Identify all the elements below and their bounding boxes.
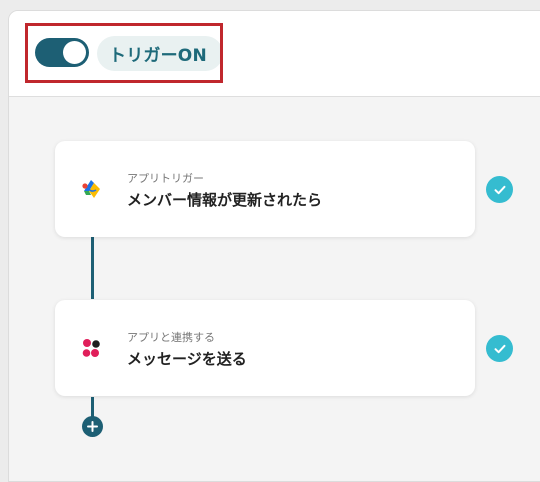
workflow-editor-panel: トリガーON アプリトリガー メンバー情報が更新されたら アプリと連携する メッ… — [8, 10, 540, 482]
step-title: メンバー情報が更新されたら — [127, 191, 323, 209]
plus-icon — [87, 421, 98, 432]
highlight-annotation-box — [25, 23, 223, 83]
step-complete-check-icon — [486, 176, 513, 203]
flow-connector-line — [91, 237, 94, 299]
app-integration-icon — [82, 339, 100, 357]
flow-step-card-action[interactable]: アプリと連携する メッセージを送る — [55, 300, 475, 396]
trigger-header: トリガーON — [9, 11, 540, 97]
step-subtitle: アプリと連携する — [127, 331, 215, 344]
flow-step-card-trigger[interactable]: アプリトリガー メンバー情報が更新されたら — [55, 141, 475, 237]
step-title: メッセージを送る — [127, 350, 247, 368]
google-workspace-icon — [82, 180, 100, 198]
add-step-button[interactable] — [82, 416, 103, 437]
step-subtitle: アプリトリガー — [127, 172, 204, 185]
step-complete-check-icon — [486, 335, 513, 362]
